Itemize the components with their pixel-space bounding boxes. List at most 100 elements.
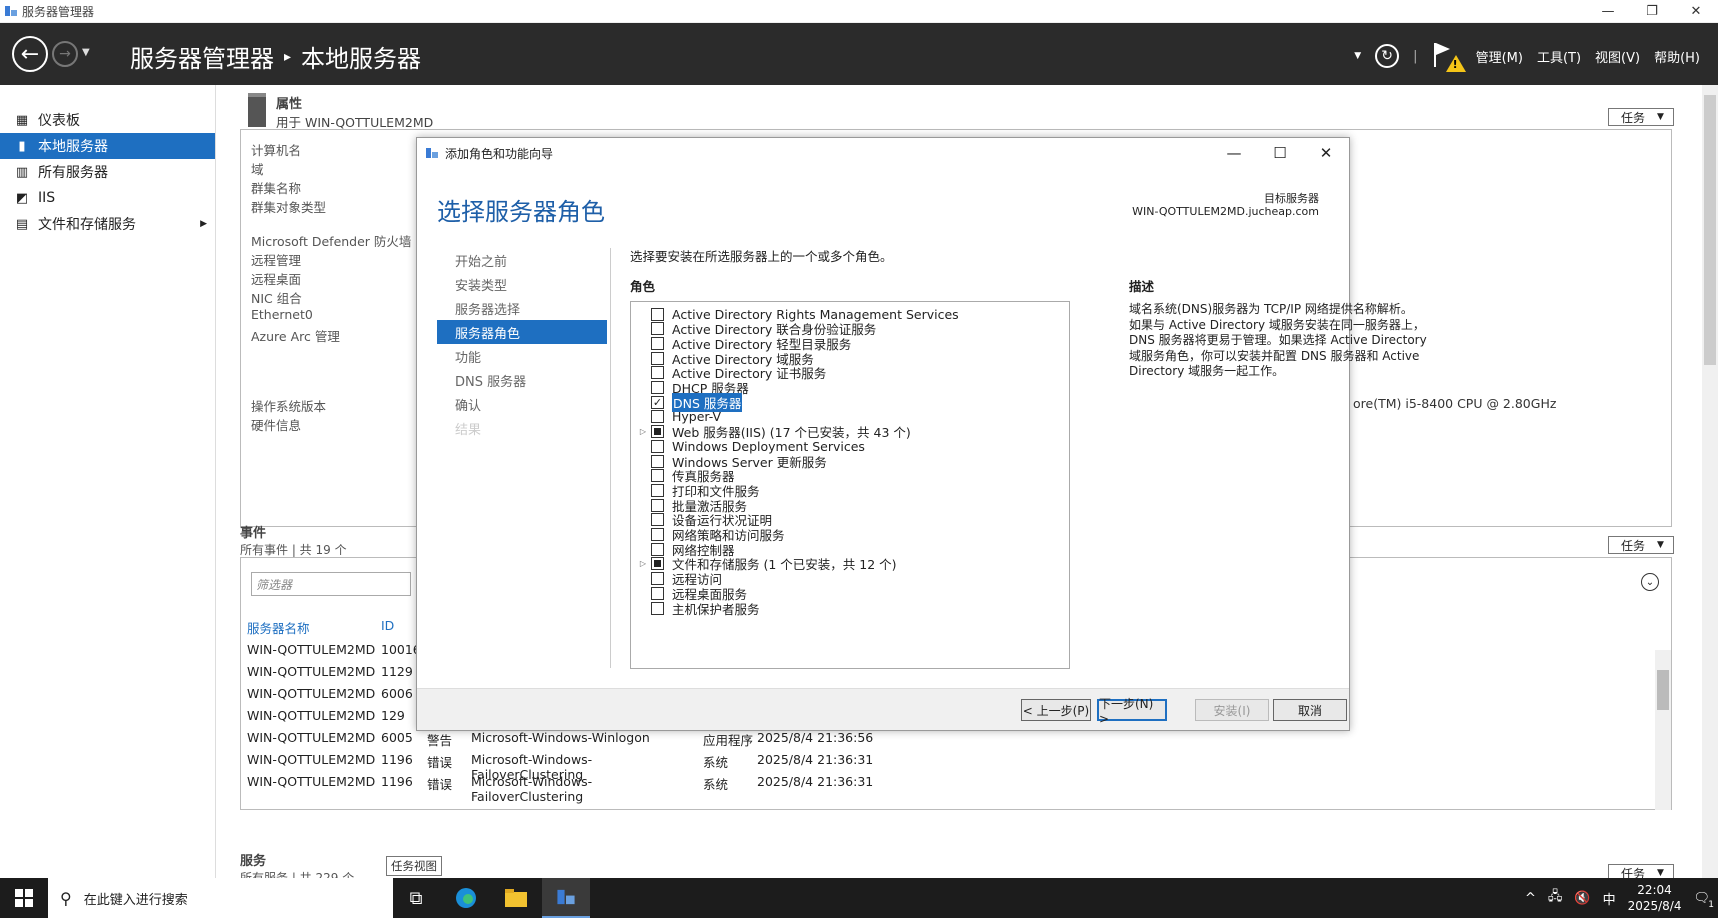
menu-manage[interactable]: 管理(M) <box>1476 47 1523 66</box>
dialog-title: 添加角色和功能向导 <box>445 146 554 161</box>
role-item[interactable]: ✓ DNS 服务器 <box>635 392 743 412</box>
role-checkbox[interactable] <box>651 572 664 586</box>
role-checkbox[interactable] <box>651 557 664 571</box>
expand-arrow-icon[interactable]: ▷ <box>635 559 651 568</box>
window-title: 服务器管理器 <box>22 4 95 19</box>
step-server-roles[interactable]: 服务器角色 <box>437 320 607 344</box>
dialog-close-button[interactable]: ✕ <box>1303 138 1349 168</box>
role-checkbox[interactable] <box>651 439 664 453</box>
step-dns-server[interactable]: DNS 服务器 <box>437 368 607 392</box>
role-checkbox[interactable] <box>651 307 664 321</box>
main-scrollbar[interactable] <box>1702 85 1718 878</box>
task-view-icon[interactable]: ⧉ <box>392 878 440 918</box>
role-checkbox[interactable] <box>651 483 664 497</box>
dialog-maximize-button[interactable]: ☐ <box>1257 138 1303 168</box>
properties-tasks-button[interactable]: 任务 ▼ <box>1608 108 1674 126</box>
forward-button[interactable]: → <box>52 41 78 67</box>
step-features[interactable]: 功能 <box>437 344 607 368</box>
server-manager-taskbar-icon[interactable] <box>542 878 590 918</box>
cell-server: WIN-QOTTULEM2MD <box>247 664 376 679</box>
breadcrumb-separator-icon: ▸ <box>284 48 292 65</box>
ime-indicator[interactable]: 中 <box>1603 889 1616 908</box>
role-label: 主机保护者服务 <box>672 601 760 617</box>
menu-help[interactable]: 帮助(H) <box>1654 47 1700 66</box>
edge-browser-icon[interactable] <box>442 878 490 918</box>
prop-label: 群集对象类型 <box>251 200 327 215</box>
minimize-button[interactable]: — <box>1586 0 1630 23</box>
scrollbar-thumb[interactable] <box>1704 95 1716 365</box>
role-checkbox[interactable] <box>651 542 664 556</box>
column-header-server[interactable]: 服务器名称 <box>247 618 310 637</box>
back-button[interactable]: ← <box>12 36 48 72</box>
role-checkbox[interactable] <box>651 425 664 439</box>
step-server-selection[interactable]: 服务器选择 <box>437 296 607 320</box>
system-tray: ^ 🖧 🔇 中 22:04 2025/8/4 🗨 1 <box>1525 878 1714 918</box>
events-scrollbar[interactable] <box>1655 650 1671 810</box>
role-checkbox[interactable] <box>651 410 664 424</box>
close-button[interactable]: ✕ <box>1674 0 1718 23</box>
role-checkbox[interactable] <box>651 498 664 512</box>
clock-time: 22:04 <box>1637 883 1672 897</box>
sidebar-item-iis[interactable]: ◩ IIS <box>0 185 215 211</box>
chevron-down-icon[interactable]: ⌄ <box>1641 573 1659 591</box>
table-row[interactable]: WIN-QOTTULEM2MD 6005 警告 Microsoft-Windows-W… <box>247 730 897 752</box>
step-before-you-begin[interactable]: 开始之前 <box>437 248 607 272</box>
role-checkbox[interactable] <box>651 528 664 541</box>
dialog-minimize-button[interactable]: — <box>1211 138 1257 168</box>
breadcrumb-root[interactable]: 服务器管理器 <box>130 39 274 74</box>
chevron-up-icon[interactable]: ^ <box>1525 891 1536 906</box>
notifications-flag-icon[interactable]: ! <box>1432 41 1466 72</box>
start-button[interactable] <box>0 878 48 918</box>
role-checkbox[interactable] <box>651 381 664 394</box>
role-checkbox[interactable] <box>651 351 664 365</box>
clock[interactable]: 22:04 2025/8/4 <box>1628 882 1682 914</box>
menu-view[interactable]: 视图(V) <box>1595 47 1640 66</box>
role-checkbox[interactable] <box>651 513 664 527</box>
role-item[interactable]: ▷ Web 服务器(IIS) (17 个已安装，共 43 个) <box>635 424 911 440</box>
sidebar-item-dashboard[interactable]: ▦ 仪表板 <box>0 107 215 133</box>
events-tasks-button[interactable]: 任务 ▼ <box>1608 536 1674 554</box>
restore-button[interactable]: ❐ <box>1630 0 1674 23</box>
volume-muted-icon[interactable]: 🔇 <box>1574 891 1590 906</box>
sidebar-item-all-servers[interactable]: ▥ 所有服务器 <box>0 159 215 185</box>
warning-mark: ! <box>1452 58 1458 71</box>
taskbar-search[interactable]: ⚲ 在此键入进行搜索 <box>48 878 393 918</box>
cancel-button[interactable]: 取消 <box>1273 699 1347 721</box>
scrollbar-thumb[interactable] <box>1657 670 1669 710</box>
target-server: 目标服务器 WIN-QOTTULEM2MD.jucheap.com <box>1132 192 1319 218</box>
sidebar-item-file-storage[interactable]: ▤ 文件和存储服务 ▶ <box>0 211 215 237</box>
notification-center-icon[interactable]: 🗨 1 <box>1693 891 1714 910</box>
role-checkbox[interactable] <box>651 469 664 483</box>
properties-header: 属性 用于 WIN-QOTTULEM2MD <box>248 93 433 131</box>
step-installation-type[interactable]: 安装类型 <box>437 272 607 296</box>
role-checkbox[interactable] <box>651 366 664 380</box>
refresh-icon[interactable]: ↻ <box>1375 44 1400 68</box>
header-dropdown-icon[interactable]: ▼ <box>1354 51 1361 61</box>
sidebar-item-local-server[interactable]: ▮ 本地服务器 <box>0 133 215 159</box>
expand-arrow-icon[interactable]: ▷ <box>635 427 651 436</box>
role-checkbox[interactable] <box>651 454 664 468</box>
step-confirmation[interactable]: 确认 <box>437 392 607 416</box>
table-row[interactable]: WIN-QOTTULEM2MD 1196 错误 Microsoft-Windows-F… <box>247 774 897 804</box>
role-checkbox[interactable] <box>651 586 664 600</box>
expand-arrow-icon[interactable]: ▶ <box>200 219 207 229</box>
role-checkbox[interactable]: ✓ <box>651 395 664 409</box>
task-view-tooltip: 任务视图 <box>386 856 442 876</box>
role-checkbox[interactable] <box>651 336 664 350</box>
menu-tools[interactable]: 工具(T) <box>1537 47 1581 66</box>
arrow-right-icon: → <box>59 46 71 62</box>
role-item[interactable]: 主机保护者服务 <box>635 600 760 617</box>
role-checkbox[interactable] <box>651 322 664 336</box>
history-dropdown-icon[interactable]: ▼ <box>82 47 90 58</box>
file-explorer-icon[interactable] <box>492 878 540 918</box>
column-header-id[interactable]: ID <box>381 618 394 633</box>
filter-input[interactable]: 筛选器 <box>251 572 411 596</box>
next-button[interactable]: 下一步(N) > <box>1097 697 1167 726</box>
table-row[interactable]: WIN-QOTTULEM2MD 1196 错误 Microsoft-Windows-F… <box>247 752 897 782</box>
cpu-info: ore(TM) i5-8400 CPU @ 2.80GHz <box>1353 396 1557 411</box>
role-checkbox[interactable] <box>651 601 664 615</box>
network-icon[interactable]: 🖧 <box>1548 887 1563 909</box>
previous-button[interactable]: < 上一步(P) <box>1021 699 1091 721</box>
install-button: 安装(I) <box>1195 699 1269 721</box>
notification-count: 1 <box>1708 899 1714 910</box>
